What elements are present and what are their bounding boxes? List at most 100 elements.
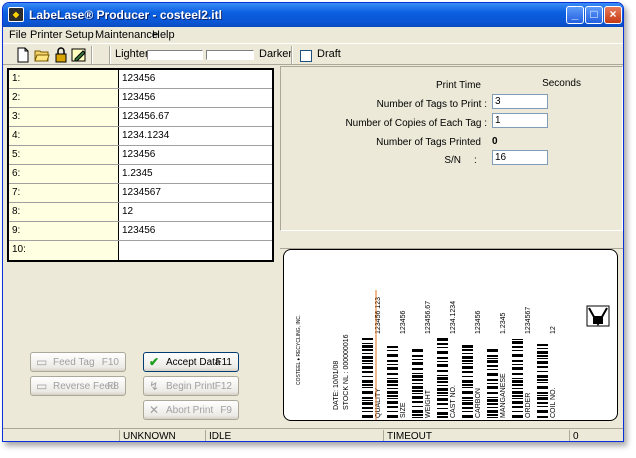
label-column-value: 1.2345 <box>500 312 507 334</box>
new-file-icon[interactable] <box>15 47 31 63</box>
data-fields-grid: 1: 123456 2: 123456 3: 123456.67 4: 1234.123… <box>7 68 274 262</box>
tags-to-print-label: Number of Tags to Print : <box>376 99 487 110</box>
label-column-name: CARBON <box>475 388 482 418</box>
feed-tag-label: Feed Tag <box>53 357 95 368</box>
field-value-input[interactable]: 12 <box>122 206 133 217</box>
toolbar-separator <box>291 46 293 64</box>
menu-printer[interactable]: Printer <box>30 29 62 41</box>
menu-maintenance[interactable]: Maintenance <box>95 29 158 41</box>
label-date-text: DATE: 10/01/08 <box>333 361 340 410</box>
maximize-button[interactable]: □ <box>585 6 603 24</box>
toolbar: Lighter Darker Draft <box>3 43 623 65</box>
field-value-input[interactable]: 123456 <box>122 92 155 103</box>
label-barcode <box>437 338 448 418</box>
print-status-panel: Print Time Seconds Number of Tags to Pri… <box>280 66 623 428</box>
label-stock-text: STOCK NL : 000000016 <box>343 334 350 410</box>
label-logo-icon <box>586 305 610 327</box>
status-bar: UNKNOWN MODE IDLE TIMEOUT 0 <box>3 428 623 441</box>
data-entry-panel: 1: 123456 2: 123456 3: 123456.67 4: 1234.123… <box>5 66 277 428</box>
edit-icon[interactable] <box>71 47 87 63</box>
print-info-area: Print Time Seconds Number of Tags to Pri… <box>280 66 623 231</box>
menu-setup[interactable]: Setup <box>65 29 94 41</box>
window-title: LabeLase® Producer - costeel2.itl <box>29 8 222 22</box>
label-column-value: 123456 <box>400 311 407 334</box>
begin-print-icon: ↯ <box>149 379 160 393</box>
reverse-feed-button[interactable]: ▭ Reverse Feed F8 <box>30 376 126 396</box>
sn-label: S/N <box>444 155 461 166</box>
darkness-slider-right[interactable] <box>206 50 254 60</box>
toolbar-separator <box>91 46 93 64</box>
label-barcode <box>387 346 398 418</box>
abort-x-icon: ✕ <box>149 403 160 417</box>
field-label: 4: <box>9 127 119 145</box>
field-value-input[interactable]: 1234567 <box>122 187 161 198</box>
begin-print-key: F12 <box>214 381 232 392</box>
app-logo-icon: ◆ <box>8 7 24 22</box>
field-label: 5: <box>9 146 119 164</box>
status-timeout: TIMEOUT <box>383 430 569 441</box>
tags-printed-label: Number of Tags Printed <box>376 137 481 148</box>
lock-icon[interactable] <box>53 47 69 63</box>
label-column-name: WEIGHT <box>425 389 432 418</box>
field-label: 3: <box>9 108 119 126</box>
print-time-label: Print Time <box>435 80 481 91</box>
field-row: 9: 123456 <box>9 222 272 241</box>
status-count: 0 <box>569 430 623 441</box>
copies-per-tag-label: Number of Copies of Each Tag : <box>345 118 487 129</box>
feed-tag-key: F10 <box>101 357 119 368</box>
field-label: 9: <box>9 222 119 240</box>
draft-checkbox[interactable] <box>300 50 312 62</box>
label-column-value: 1234567 <box>525 307 532 334</box>
field-label: 6: <box>9 165 119 183</box>
field-row: 3: 123456.67 <box>9 108 272 127</box>
label-company-text: COSTEEL ♦ RECYCLING, INC. <box>296 315 302 385</box>
accept-data-key: F11 <box>215 357 233 368</box>
field-value-input[interactable]: 123456 <box>122 149 155 160</box>
begin-print-label: Begin Print <box>166 381 215 392</box>
abort-print-button[interactable]: ✕ Abort Print F9 <box>143 400 239 420</box>
field-label: 8: <box>9 203 119 221</box>
label-barcode <box>362 338 373 418</box>
seconds-label: Seconds <box>542 78 581 89</box>
feed-tag-button[interactable]: ▭ Feed Tag F10 <box>30 352 126 372</box>
menu-file[interactable]: File <box>9 29 27 41</box>
label-preview-frame: COSTEEL ♦ RECYCLING, INC. DATE: 10/01/08… <box>280 248 623 428</box>
field-value-input[interactable]: 123456.67 <box>122 111 169 122</box>
close-button[interactable]: × <box>604 6 622 24</box>
accept-data-label: Accept Data <box>166 357 221 368</box>
lighter-label: Lighter <box>115 48 149 60</box>
label-column-name: CAST NO. <box>450 385 457 418</box>
accept-data-button[interactable]: ✔ Accept Data F11 <box>143 352 239 372</box>
field-row: 7: 1234567 <box>9 184 272 203</box>
label-column-name: COIL NO. <box>550 387 557 418</box>
label-preview: COSTEEL ♦ RECYCLING, INC. DATE: 10/01/08… <box>283 249 618 421</box>
begin-print-button[interactable]: ↯ Begin Print F12 <box>143 376 239 396</box>
field-value-input[interactable]: 123456 <box>122 225 155 236</box>
darkness-slider-left[interactable] <box>147 50 203 60</box>
serial-number-input[interactable]: 16 <box>492 150 548 165</box>
label-column-value: 1234.1234 <box>450 301 457 334</box>
label-column-value: 123456.67 <box>425 301 432 334</box>
copies-per-tag-input[interactable]: 1 <box>492 113 548 128</box>
tags-printed-value: 0 <box>492 136 498 147</box>
checkmark-icon: ✔ <box>149 355 160 369</box>
label-barcode <box>462 345 473 418</box>
label-barcode <box>537 344 548 418</box>
open-folder-icon[interactable] <box>34 47 50 63</box>
field-row: 2: 123456 <box>9 89 272 108</box>
field-value-input[interactable]: 1234.1234 <box>122 130 169 141</box>
field-label: 2: <box>9 89 119 107</box>
label-barcode <box>412 349 423 418</box>
sn-colon: : <box>474 155 477 166</box>
field-value-input[interactable]: 123456 <box>122 73 155 84</box>
menu-help[interactable]: Help <box>152 29 175 41</box>
label-barcode <box>512 339 523 418</box>
minimize-button[interactable]: _ <box>566 6 584 24</box>
field-value-input[interactable]: 1.2345 <box>122 168 153 179</box>
toolbar-separator <box>109 46 111 64</box>
draft-label: Draft <box>317 48 341 60</box>
field-label: 10: <box>9 241 119 260</box>
label-barcode <box>487 349 498 418</box>
tags-to-print-input[interactable]: 3 <box>492 94 548 109</box>
field-row: 8: 12 <box>9 203 272 222</box>
